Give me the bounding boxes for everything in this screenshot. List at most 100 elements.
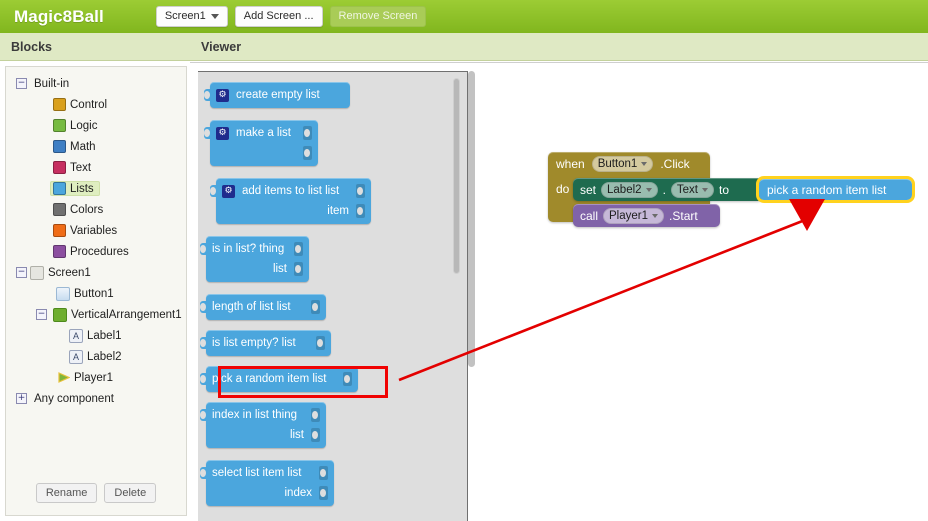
component-dropdown-label: Label2 <box>607 183 642 196</box>
label-icon: A <box>69 349 83 364</box>
add-items-to-list-block[interactable]: ⚙ add items to list list item <box>210 178 371 224</box>
component-tree-list: Button1 − VerticalArrangement1 A Label1 A Labe… <box>6 283 186 388</box>
category-color-icon <box>53 140 66 153</box>
tree-item-label2[interactable]: A Label2 <box>6 346 186 367</box>
block-input-socket[interactable] <box>294 262 303 276</box>
tree-item-button1[interactable]: Button1 <box>6 283 186 304</box>
workspace-scrollbar[interactable] <box>468 71 475 367</box>
call-player1-start-block[interactable]: call Player1 .Start <box>573 204 720 227</box>
do-label: do <box>556 182 570 196</box>
block-input-socket[interactable] <box>356 184 365 198</box>
category-color-icon <box>53 161 66 174</box>
select-list-item-block[interactable]: select list item list index <box>200 460 334 506</box>
blocks-viewer[interactable]: ⚙ create empty list ⚙ make a list ⚙ add items… <box>190 62 928 521</box>
index-in-list-block[interactable]: index in list thing list <box>200 402 326 448</box>
tree-item-label: Lists <box>70 182 94 195</box>
block-text: create empty list <box>236 89 320 101</box>
component-dropdown-player1[interactable]: Player1 <box>603 207 665 224</box>
mutator-gear-icon[interactable]: ⚙ <box>216 126 229 140</box>
tree-item-verticalarrangement1[interactable]: − VerticalArrangement1 <box>6 304 186 325</box>
tree-item-any-component[interactable]: + Any component <box>6 388 186 409</box>
block-text: is in list? thing <box>212 243 285 255</box>
block-input-socket[interactable] <box>319 486 328 500</box>
block-output-plug <box>204 127 211 139</box>
tree-item-colors[interactable]: Colors <box>6 199 186 220</box>
is-list-empty-block[interactable]: is list empty? list <box>200 330 331 356</box>
method-label: .Start <box>669 208 698 223</box>
block-output-plug <box>200 243 207 255</box>
button-icon <box>56 286 70 301</box>
screen-toolbar: Screen1 Add Screen ... Remove Screen <box>155 6 427 27</box>
screen-selector-label: Screen1 <box>164 10 206 22</box>
category-color-icon <box>53 98 66 111</box>
block-output-plug <box>200 467 207 479</box>
blocks-panel-title: Blocks <box>11 39 52 54</box>
mutator-gear-icon[interactable]: ⚙ <box>222 184 235 198</box>
block-text: select list item list <box>212 467 302 479</box>
block-text: add items to list list <box>242 185 340 197</box>
category-color-icon <box>53 203 66 216</box>
property-dropdown-text[interactable]: Text <box>670 181 714 198</box>
tree-item-builtin[interactable]: − Built-in <box>6 73 186 94</box>
expand-icon[interactable]: + <box>16 393 27 404</box>
tree-item-procedures[interactable]: Procedures <box>6 241 186 262</box>
block-input-socket[interactable] <box>311 408 320 422</box>
block-input-socket[interactable] <box>356 204 365 218</box>
create-empty-list-block[interactable]: ⚙ create empty list <box>204 82 350 108</box>
block-text: list <box>272 263 287 275</box>
tree-item-screen1[interactable]: − Screen1 <box>6 262 186 283</box>
block-text: index in list thing <box>212 409 298 421</box>
collapse-icon[interactable]: − <box>16 267 27 278</box>
screen-selector-button[interactable]: Screen1 <box>155 6 228 27</box>
component-dropdown-button1[interactable]: Button1 <box>591 156 654 172</box>
blocks-flyout-palette[interactable]: ⚙ create empty list ⚙ make a list ⚙ add items… <box>198 71 468 521</box>
component-dropdown-label: Player1 <box>609 209 649 222</box>
tree-item-lists[interactable]: Lists <box>6 178 186 199</box>
set-label2-text-block[interactable]: set Label2 . Text to <box>573 178 763 201</box>
tree-item-label: Player1 <box>74 371 113 384</box>
blocks-panel-header: Blocks <box>0 33 190 61</box>
block-input-socket[interactable] <box>311 300 320 314</box>
add-screen-button[interactable]: Add Screen ... <box>234 6 323 27</box>
block-input-socket[interactable] <box>316 336 325 350</box>
category-color-icon <box>53 224 66 237</box>
component-dropdown-label2[interactable]: Label2 <box>601 181 658 198</box>
blocks-tree: − Built-in Control Logic Math Text Lists Colo… <box>6 73 186 409</box>
tree-item-label: Screen1 <box>48 266 91 279</box>
blocks-tree-panel: − Built-in Control Logic Math Text Lists Colo… <box>5 66 187 516</box>
block-input-socket[interactable] <box>311 428 320 442</box>
tree-item-text[interactable]: Text <box>6 157 186 178</box>
chevron-down-icon <box>210 13 219 19</box>
block-input-socket[interactable] <box>303 126 312 140</box>
remove-screen-button[interactable]: Remove Screen <box>329 6 427 27</box>
tree-item-logic[interactable]: Logic <box>6 115 186 136</box>
viewer-panel-header: Viewer <box>190 33 928 61</box>
tree-item-label1[interactable]: A Label1 <box>6 325 186 346</box>
delete-button[interactable]: Delete <box>104 483 157 503</box>
tree-item-label: Logic <box>70 119 98 132</box>
block-text: item <box>327 205 349 217</box>
collapse-icon[interactable]: − <box>36 309 47 320</box>
block-input-socket[interactable] <box>303 146 312 160</box>
chevron-down-icon <box>645 187 652 192</box>
category-color-icon <box>53 182 66 195</box>
block-input-socket[interactable] <box>319 466 328 480</box>
event-label: .Click <box>660 157 690 171</box>
block-output-plug <box>200 301 207 313</box>
workspace-pick-a-random-item-block[interactable]: pick a random item list <box>756 176 915 203</box>
block-input-socket[interactable] <box>294 242 303 256</box>
tree-item-math[interactable]: Math <box>6 136 186 157</box>
length-of-list-block[interactable]: length of list list <box>200 294 326 320</box>
collapse-icon[interactable]: − <box>16 78 27 89</box>
block-text: is list empty? list <box>212 337 296 349</box>
tree-item-variables[interactable]: Variables <box>6 220 186 241</box>
tree-item-label: Colors <box>70 203 104 216</box>
flyout-scrollbar[interactable] <box>453 78 460 274</box>
tree-item-control[interactable]: Control <box>6 94 186 115</box>
tree-item-player1[interactable]: Player1 <box>6 367 186 388</box>
mutator-gear-icon[interactable]: ⚙ <box>216 88 229 102</box>
rename-button[interactable]: Rename <box>35 483 98 503</box>
is-in-list-block[interactable]: is in list? thing list <box>200 236 309 282</box>
call-label: call <box>580 208 599 223</box>
make-a-list-block[interactable]: ⚙ make a list <box>204 120 318 166</box>
